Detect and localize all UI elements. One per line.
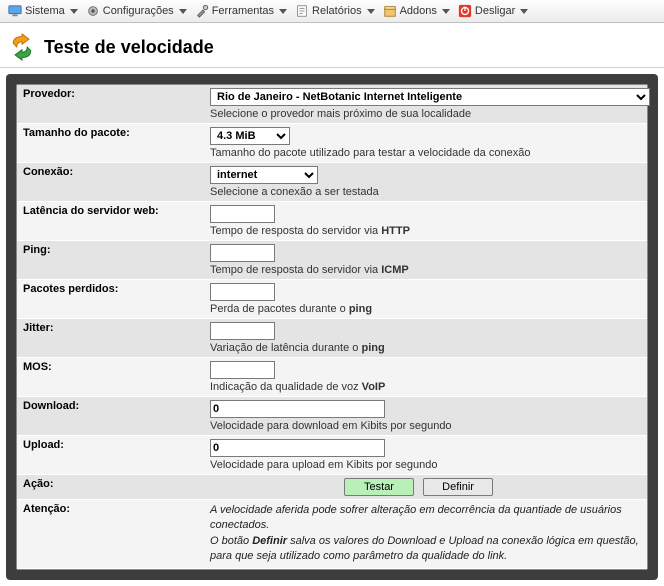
conexao-select[interactable]: internet: [210, 166, 318, 184]
package-icon: [383, 4, 397, 18]
menu-desligar[interactable]: Desligar: [454, 2, 532, 20]
report-icon: [295, 4, 309, 18]
hint-jitter: Variação de latência durante o ping: [210, 342, 641, 354]
chevron-down-icon: [70, 9, 78, 14]
hint-pacote: Tamanho do pacote utilizado para testar …: [210, 147, 641, 159]
gear-icon: [86, 4, 100, 18]
latencia-field: [210, 205, 275, 223]
menu-relatorios[interactable]: Relatórios: [291, 2, 379, 20]
label-provedor: Provedor:: [17, 85, 204, 103]
menubar: Sistema Configurações Ferramentas Relató…: [0, 0, 664, 23]
label-upload: Upload:: [17, 436, 204, 454]
label-atencao: Atenção:: [17, 500, 204, 518]
label-mos: MOS:: [17, 358, 204, 376]
row-conexao: Conexão: internet Selecione a conexão a …: [17, 163, 647, 202]
chevron-down-icon: [520, 9, 528, 14]
menu-configuracoes[interactable]: Configurações: [82, 2, 191, 20]
chevron-down-icon: [442, 9, 450, 14]
label-ping: Ping:: [17, 241, 204, 259]
power-icon: [458, 4, 472, 18]
upload-field[interactable]: [210, 439, 385, 457]
pacote-select[interactable]: 4.3 MiB: [210, 127, 290, 145]
hint-conexao: Selecione a conexão a ser testada: [210, 186, 641, 198]
provedor-select[interactable]: Rio de Janeiro - NetBotanic Internet Int…: [210, 88, 650, 106]
menu-label: Desligar: [475, 5, 515, 17]
label-pacote: Tamanho do pacote:: [17, 124, 204, 142]
page-title: Teste de velocidade: [44, 37, 214, 58]
menu-label: Ferramentas: [212, 5, 274, 17]
row-latencia: Latência do servidor web: Tempo de respo…: [17, 202, 647, 241]
row-jitter: Jitter: Variação de latência durante o p…: [17, 319, 647, 358]
note-atencao: A velocidade aferida pode sofrer alteraç…: [204, 500, 647, 568]
row-mos: MOS: Indicação da qualidade de voz VoIP: [17, 358, 647, 397]
hint-upload: Velocidade para upload em Kibits por seg…: [210, 459, 641, 471]
row-provedor: Provedor: Rio de Janeiro - NetBotanic In…: [17, 85, 647, 124]
refresh-arrows-icon: [8, 33, 36, 61]
label-acao: Ação:: [17, 475, 204, 493]
label-download: Download:: [17, 397, 204, 415]
row-ping: Ping: Tempo de resposta do servidor via …: [17, 241, 647, 280]
perdidos-field: [210, 283, 275, 301]
row-atencao: Atenção: A velocidade aferida pode sofre…: [17, 500, 647, 569]
label-conexao: Conexão:: [17, 163, 204, 181]
row-download: Download: Velocidade para download em Ki…: [17, 397, 647, 436]
row-perdidos: Pacotes perdidos: Perda de pacotes duran…: [17, 280, 647, 319]
hint-mos: Indicação da qualidade de voz VoIP: [210, 381, 641, 393]
menu-label: Addons: [400, 5, 437, 17]
menu-label: Relatórios: [312, 5, 362, 17]
row-pacote: Tamanho do pacote: 4.3 MiB Tamanho do pa…: [17, 124, 647, 163]
label-latencia: Latência do servidor web:: [17, 202, 204, 220]
chevron-down-icon: [367, 9, 375, 14]
download-field[interactable]: [210, 400, 385, 418]
row-upload: Upload: Velocidade para upload em Kibits…: [17, 436, 647, 475]
hint-provedor: Selecione o provedor mais próximo de sua…: [210, 108, 650, 120]
form-panel: Provedor: Rio de Janeiro - NetBotanic In…: [16, 84, 648, 570]
menu-ferramentas[interactable]: Ferramentas: [191, 2, 291, 20]
testar-button[interactable]: Testar: [344, 478, 414, 496]
hint-latencia: Tempo de resposta do servidor via HTTP: [210, 225, 641, 237]
chevron-down-icon: [279, 9, 287, 14]
label-jitter: Jitter:: [17, 319, 204, 337]
definir-button[interactable]: Definir: [423, 478, 493, 496]
hint-ping: Tempo de resposta do servidor via ICMP: [210, 264, 641, 276]
menu-addons[interactable]: Addons: [379, 2, 454, 20]
menu-sistema[interactable]: Sistema: [4, 2, 82, 20]
hint-perdidos: Perda de pacotes durante o ping: [210, 303, 641, 315]
content-frame: Provedor: Rio de Janeiro - NetBotanic In…: [6, 74, 658, 580]
menu-label: Configurações: [103, 5, 174, 17]
jitter-field: [210, 322, 275, 340]
monitor-icon: [8, 4, 22, 18]
tools-icon: [195, 4, 209, 18]
row-acao: Ação: Testar Definir: [17, 475, 647, 500]
hint-download: Velocidade para download em Kibits por s…: [210, 420, 641, 432]
mos-field: [210, 361, 275, 379]
label-perdidos: Pacotes perdidos:: [17, 280, 204, 298]
chevron-down-icon: [179, 9, 187, 14]
ping-field: [210, 244, 275, 262]
page-header: Teste de velocidade: [0, 23, 664, 68]
menu-label: Sistema: [25, 5, 65, 17]
